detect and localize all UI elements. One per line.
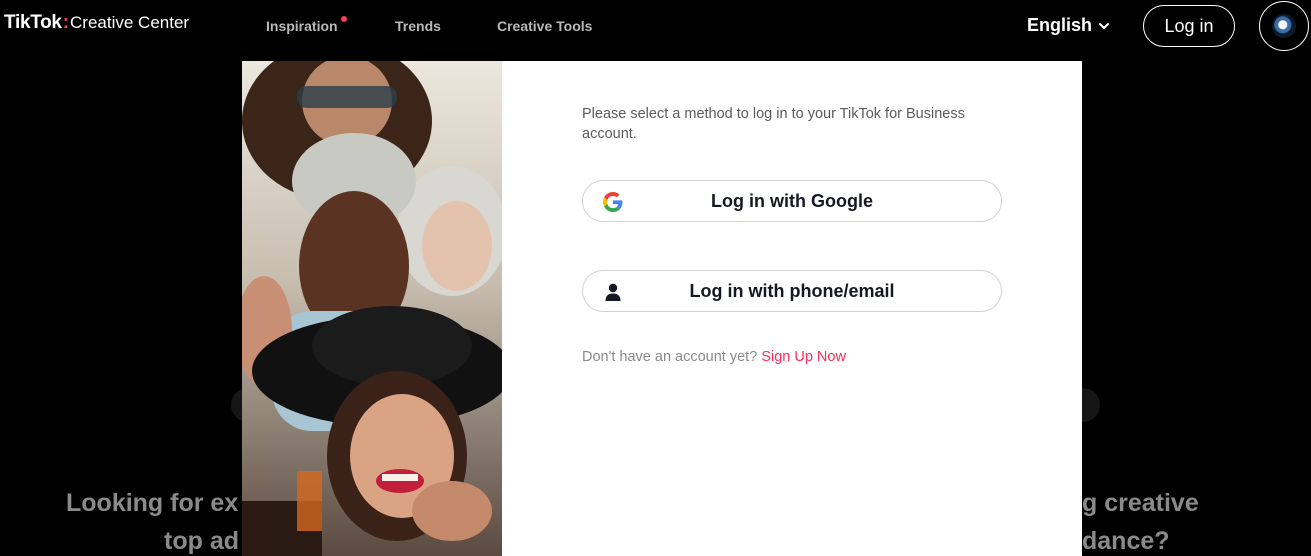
nav-trends[interactable]: Trends bbox=[395, 18, 441, 34]
brand-name: TikTok bbox=[4, 12, 62, 33]
google-login-button[interactable]: Log in with Google bbox=[582, 180, 1002, 222]
login-instructions: Please select a method to log in to your… bbox=[582, 106, 965, 142]
signup-prompt-text: Don't have an account yet? bbox=[582, 349, 758, 365]
phone-email-login-label: Log in with phone/email bbox=[689, 280, 895, 301]
google-login-label: Log in with Google bbox=[711, 190, 873, 211]
language-selector[interactable]: English bbox=[1027, 15, 1110, 36]
user-icon bbox=[603, 282, 623, 302]
header-login-label: Log in bbox=[1164, 15, 1214, 36]
google-icon bbox=[603, 192, 623, 212]
chevron-down-icon bbox=[1099, 22, 1110, 29]
page: TikTok : Creative Center Inspiration Tre… bbox=[0, 0, 1311, 556]
header-login-button[interactable]: Log in bbox=[1143, 5, 1235, 47]
signup-prompt: Don't have an account yet? Sign Up Now bbox=[582, 349, 846, 365]
avatar-button[interactable] bbox=[1259, 1, 1309, 51]
nav-inspiration-label: Inspiration bbox=[266, 18, 338, 34]
phone-email-login-button[interactable]: Log in with phone/email bbox=[582, 270, 1002, 312]
language-label: English bbox=[1027, 15, 1093, 35]
brand-subtitle: Creative Center bbox=[70, 13, 190, 32]
nav-creative-tools[interactable]: Creative Tools bbox=[497, 18, 592, 34]
hero-text-left-1: Looking for ex bbox=[66, 489, 239, 517]
notification-dot bbox=[340, 16, 347, 22]
signup-link[interactable]: Sign Up Now bbox=[761, 349, 846, 365]
login-modal: Please select a method to log in to your… bbox=[242, 61, 1082, 556]
people-photo-illustration bbox=[242, 61, 502, 556]
brand-logo[interactable]: TikTok : Creative Center bbox=[4, 12, 189, 34]
nav-inspiration[interactable]: Inspiration bbox=[266, 16, 347, 34]
login-promo-image bbox=[242, 61, 502, 556]
hero-text-right-1: g creative bbox=[1082, 489, 1199, 517]
login-panel: Please select a method to log in to your… bbox=[502, 61, 1082, 556]
avatar-icon bbox=[1272, 14, 1296, 38]
brand-colon: : bbox=[62, 12, 70, 33]
top-nav: TikTok : Creative Center Inspiration Tre… bbox=[0, 0, 1311, 52]
hero-text-right-2: dance? bbox=[1082, 527, 1170, 555]
hero-text-left-2: top ad bbox=[164, 527, 239, 555]
nav-creative-tools-label: Creative Tools bbox=[497, 18, 593, 34]
nav-trends-label: Trends bbox=[395, 18, 441, 34]
